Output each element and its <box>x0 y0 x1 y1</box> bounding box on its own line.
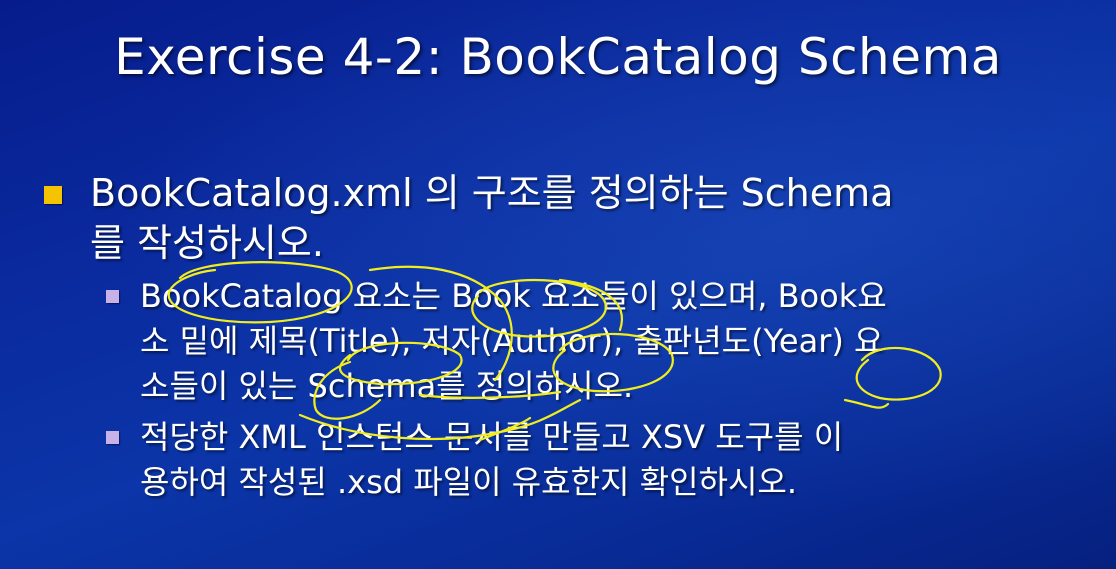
sub-bullet-1-line-1: BookCatalog 요소는 Book 요소들이 있으며, Book요 <box>140 277 887 315</box>
square-bullet-icon <box>44 186 62 204</box>
sub-bullet-item-1: BookCatalog 요소는 Book 요소들이 있으며, Book요 소 밑… <box>44 274 1074 409</box>
slide-title: Exercise 4-2: BookCatalog Schema <box>114 28 1002 86</box>
square-sub-bullet-icon <box>106 431 119 444</box>
sub-bullet-1-line-3: 소들이 있는 Schema를 정의하시오. <box>140 367 634 405</box>
bullet-1-line-2: 를 작성하시오. <box>90 221 324 265</box>
sub-bullet-2-line-1: 적당한 XML 인스턴스 문서를 만들고 XSV 도구를 이 <box>140 418 844 456</box>
slide: Exercise 4-2: BookCatalog Schema BookCat… <box>0 0 1116 569</box>
bullet-item-1: BookCatalog.xml 의 구조를 정의하는 Schema 를 작성하시… <box>44 168 1074 268</box>
sub-bullet-item-2: 적당한 XML 인스턴스 문서를 만들고 XSV 도구를 이 용하여 작성된 .… <box>44 415 1074 505</box>
bullet-1-line-1: BookCatalog.xml 의 구조를 정의하는 Schema <box>90 171 894 215</box>
sub-bullet-1-line-2: 소 밑에 제목(Title), 저자(Author), 출판년도(Year) 요 <box>140 322 884 360</box>
bullet-list: BookCatalog.xml 의 구조를 정의하는 Schema 를 작성하시… <box>44 168 1074 505</box>
square-sub-bullet-icon <box>106 290 119 303</box>
sub-bullet-2-line-2: 용하여 작성된 .xsd 파일이 유효한지 확인하시오. <box>140 463 798 501</box>
